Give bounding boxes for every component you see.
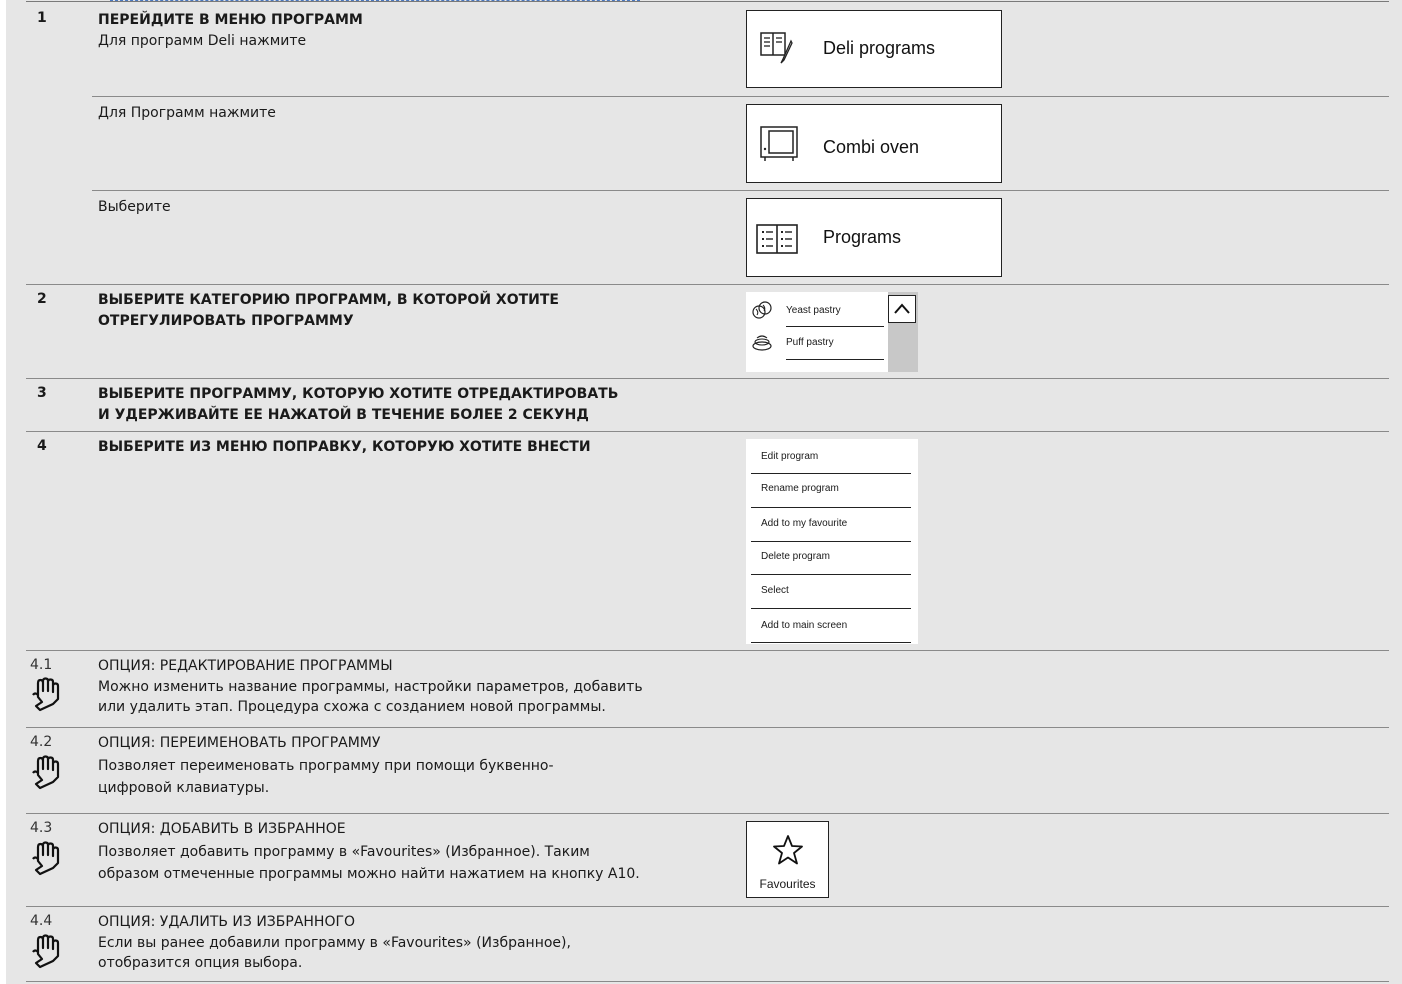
option-text: отобразится опция выбора. — [98, 955, 303, 971]
programs-book-icon — [756, 224, 798, 254]
oven-icon — [760, 126, 798, 161]
option-text: Позволяет переименовать программу при по… — [98, 757, 554, 774]
row-divider — [26, 906, 1389, 907]
menu-divider — [751, 541, 911, 542]
step-number: 4.1 — [30, 657, 53, 673]
step-title-line: ВЫБЕРИТЕ ПРОГРАММУ, КОТОРУЮ ХОТИТЕ ОТРЕД… — [98, 386, 619, 402]
menu-item-delete-program[interactable]: Delete program — [761, 551, 830, 562]
option-block: ОПЦИЯ: РЕДАКТИРОВАНИЕ ПРОГРАММЫ Можно из… — [98, 656, 643, 718]
programs-label: Programs — [823, 227, 902, 247]
step-title-line: ОТРЕГУЛИРОВАТЬ ПРОГРАММУ — [98, 312, 354, 329]
step-title: ПЕРЕЙДИТЕ В МЕНЮ ПРОГРАММ — [98, 12, 363, 28]
step-number: 3 — [37, 385, 47, 401]
option-title: ОПЦИЯ: РЕДАКТИРОВАНИЕ ПРОГРАММЫ — [98, 658, 393, 674]
menu-item-edit-program[interactable]: Edit program — [761, 451, 818, 462]
step-number: 4 — [37, 438, 47, 454]
pointing-hand-icon — [32, 677, 60, 712]
menu-divider — [751, 574, 911, 575]
option-title: ОПЦИЯ: ДОБАВИТЬ В ИЗБРАННОЕ — [98, 821, 346, 837]
page-margin — [0, 0, 6, 984]
step-number: 1 — [37, 10, 47, 26]
step-text: Для программ Deli нажмите — [98, 33, 307, 49]
step-title: ВЫБЕРИТЕ ПРОГРАММУ, КОТОРУЮ ХОТИТЕ ОТРЕД… — [98, 384, 618, 425]
list-divider — [786, 359, 884, 360]
option-text: образом отмеченные программы можно найти… — [98, 866, 640, 882]
option-block: ОПЦИЯ: УДАЛИТЬ ИЗ ИЗБРАННОГО Если вы ран… — [98, 912, 571, 974]
programs-button[interactable]: Programs — [746, 198, 1002, 277]
menu-divider — [751, 642, 911, 643]
program-context-menu: Edit program Rename program Add to my fa… — [746, 439, 918, 644]
step-number: 4.2 — [30, 734, 53, 750]
category-item-yeast-pastry[interactable]: Yeast pastry — [786, 305, 841, 316]
menu-item-rename-program[interactable]: Rename program — [761, 483, 839, 494]
option-text: Можно изменить название программы, настр… — [98, 678, 643, 695]
chevron-up-icon — [894, 303, 910, 314]
favourites-label: Favourites — [759, 877, 816, 891]
row-divider — [26, 813, 1389, 814]
table-top-rule — [26, 1, 1389, 2]
combi-oven-button[interactable]: Combi oven — [746, 104, 1002, 183]
row-divider — [92, 190, 1389, 191]
deli-programs-label: Deli programs — [823, 38, 936, 58]
step-number: 4.4 — [30, 913, 53, 929]
menu-divider — [751, 608, 911, 609]
option-text: Если вы ранее добавили программу в «Favo… — [98, 934, 571, 951]
step-text: Выберите — [98, 199, 171, 215]
row-divider — [92, 96, 1389, 97]
puff-pastry-icon — [752, 335, 772, 351]
yeast-pastry-icon — [752, 301, 772, 319]
deli-book-icon — [760, 32, 793, 64]
option-title: ОПЦИЯ: УДАЛИТЬ ИЗ ИЗБРАННОГО — [98, 914, 356, 930]
row-divider — [26, 981, 1389, 982]
step-text: Для Программ нажмите — [98, 105, 276, 121]
option-text: или удалить этап. Процедура схожа с созд… — [98, 699, 606, 715]
option-block: ОПЦИЯ: ПЕРЕИМЕНОВАТЬ ПРОГРАММУ Позволяет… — [98, 733, 554, 799]
row-divider — [26, 378, 1389, 379]
step-title-line: И УДЕРЖИВАЙТЕ ЕЕ НАЖАТОЙ В ТЕЧЕНИЕ БОЛЕЕ… — [98, 406, 589, 423]
menu-divider — [751, 473, 911, 474]
row-divider — [26, 284, 1389, 285]
step-title: ВЫБЕРИТЕ КАТЕГОРИЮ ПРОГРАММ, В КОТОРОЙ Х… — [98, 290, 559, 331]
option-text: Позволяет добавить программу в «Favourit… — [98, 843, 590, 860]
step-number: 2 — [37, 291, 47, 307]
favourites-button[interactable]: Favourites — [746, 821, 829, 898]
scroll-up-button[interactable] — [888, 295, 916, 323]
option-text: цифровой клавиатуры. — [98, 780, 270, 796]
manual-page: 1 ПЕРЕЙДИТЕ В МЕНЮ ПРОГРАММ Для программ… — [0, 0, 1402, 984]
pointing-hand-icon — [32, 841, 60, 876]
deli-programs-button[interactable]: Deli programs — [746, 10, 1002, 88]
menu-divider — [751, 507, 911, 508]
star-icon — [773, 835, 803, 865]
step-number: 4.3 — [30, 820, 53, 836]
menu-item-add-main-screen[interactable]: Add to main screen — [761, 620, 847, 631]
option-block: ОПЦИЯ: ДОБАВИТЬ В ИЗБРАННОЕ Позволяет до… — [98, 819, 640, 885]
row-divider — [26, 650, 1389, 651]
pointing-hand-icon — [32, 755, 60, 790]
list-divider — [786, 326, 884, 327]
step-title: ВЫБЕРИТЕ ИЗ МЕНЮ ПОПРАВКУ, КОТОРУЮ ХОТИТ… — [98, 439, 591, 455]
category-list: Yeast pastry Puff pastry — [746, 292, 918, 372]
menu-item-add-favourite[interactable]: Add to my favourite — [761, 518, 847, 529]
option-title: ОПЦИЯ: ПЕРЕИМЕНОВАТЬ ПРОГРАММУ — [98, 735, 381, 751]
combi-oven-label: Combi oven — [823, 137, 920, 157]
pointing-hand-icon — [32, 934, 60, 969]
category-item-puff-pastry[interactable]: Puff pastry — [786, 337, 834, 348]
menu-item-select[interactable]: Select — [761, 585, 789, 596]
row-divider — [26, 431, 1389, 432]
step-title-line: ВЫБЕРИТЕ КАТЕГОРИЮ ПРОГРАММ, В КОТОРОЙ Х… — [98, 292, 559, 308]
row-divider — [26, 727, 1389, 728]
